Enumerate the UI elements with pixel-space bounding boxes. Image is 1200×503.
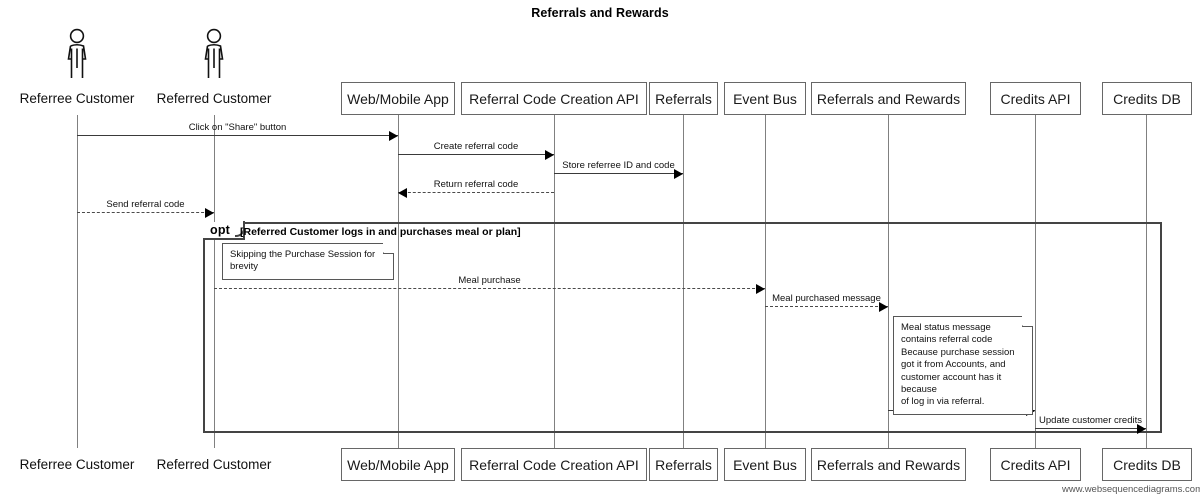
- message-line-m7: [765, 306, 888, 307]
- participant-label-referred: Referred Customer: [156, 91, 272, 106]
- participant-label-referree: Referree Customer: [19, 91, 135, 106]
- fragment-condition: [Referred Customer logs in and purchases…: [240, 226, 521, 238]
- note-meal-status-text: Meal status message contains referral co…: [901, 322, 1015, 408]
- note-meal-status-fold-corner: [1022, 315, 1033, 327]
- participant-box-codeapi[interactable]: Referral Code Creation API: [461, 82, 647, 115]
- message-label-m3: Store referree ID and code: [562, 160, 675, 171]
- note-purchase-text: Skipping the Purchase Session for brevit…: [230, 249, 376, 273]
- watermark-footer: www.websequencediagrams.com: [1062, 484, 1200, 495]
- lifeline-referree: [77, 115, 78, 448]
- participant-foot-box-rewards[interactable]: Referrals and Rewards: [811, 448, 966, 481]
- participant-foot-box-eventbus[interactable]: Event Bus: [724, 448, 806, 481]
- arrow-head-m3: [674, 169, 683, 179]
- message-label-m5: Send referral code: [106, 199, 185, 210]
- arrow-head-m6: [756, 284, 765, 294]
- participant-box-creditsapi[interactable]: Credits API: [990, 82, 1081, 115]
- participant-foot-box-codeapi[interactable]: Referral Code Creation API: [461, 448, 647, 481]
- fragment-operator-label: opt: [203, 221, 245, 240]
- note-purchase-fold-corner: [383, 242, 394, 254]
- note-meal-status: Meal status message contains referral co…: [893, 315, 1033, 415]
- message-line-m1: [77, 135, 398, 136]
- participant-foot-label-referree: Referree Customer: [19, 457, 135, 472]
- arrow-head-m5: [205, 208, 214, 218]
- participant-foot-box-creditsapi[interactable]: Credits API: [990, 448, 1081, 481]
- participant-box-eventbus[interactable]: Event Bus: [724, 82, 806, 115]
- message-line-m2: [398, 154, 554, 155]
- message-label-m1: Click on "Share" button: [188, 122, 287, 133]
- message-label-m2: Create referral code: [433, 141, 519, 152]
- actor-figure-referree: [60, 28, 94, 85]
- arrow-head-m4: [398, 188, 407, 198]
- message-line-m6: [214, 288, 765, 289]
- page-title: Referrals and Rewards: [531, 6, 669, 20]
- message-line-m5: [77, 212, 214, 213]
- message-label-m9: Update customer credits: [1039, 415, 1142, 426]
- message-line-m3: [554, 173, 683, 174]
- actor-figure-referred: [197, 28, 231, 85]
- message-label-m7: Meal purchased message: [772, 293, 881, 304]
- note-purchase: Skipping the Purchase Session for brevit…: [222, 242, 394, 280]
- participant-foot-box-webapp[interactable]: Web/Mobile App: [341, 448, 455, 481]
- message-line-m9: [1035, 428, 1146, 429]
- participant-box-creditsdb[interactable]: Credits DB: [1102, 82, 1192, 115]
- message-label-m4: Return referral code: [433, 179, 519, 190]
- message-line-m4: [398, 192, 554, 193]
- participant-foot-label-referred: Referred Customer: [156, 457, 272, 472]
- arrow-head-m2: [545, 150, 554, 160]
- participant-box-referrals[interactable]: Referrals: [649, 82, 718, 115]
- participant-box-rewards[interactable]: Referrals and Rewards: [811, 82, 966, 115]
- participant-foot-box-referrals[interactable]: Referrals: [649, 448, 718, 481]
- participant-box-webapp[interactable]: Web/Mobile App: [341, 82, 455, 115]
- arrow-head-m1: [389, 131, 398, 141]
- participant-foot-box-creditsdb[interactable]: Credits DB: [1102, 448, 1192, 481]
- sequence-diagram-canvas: Referrals and Rewards Referree Customer R…: [0, 0, 1200, 503]
